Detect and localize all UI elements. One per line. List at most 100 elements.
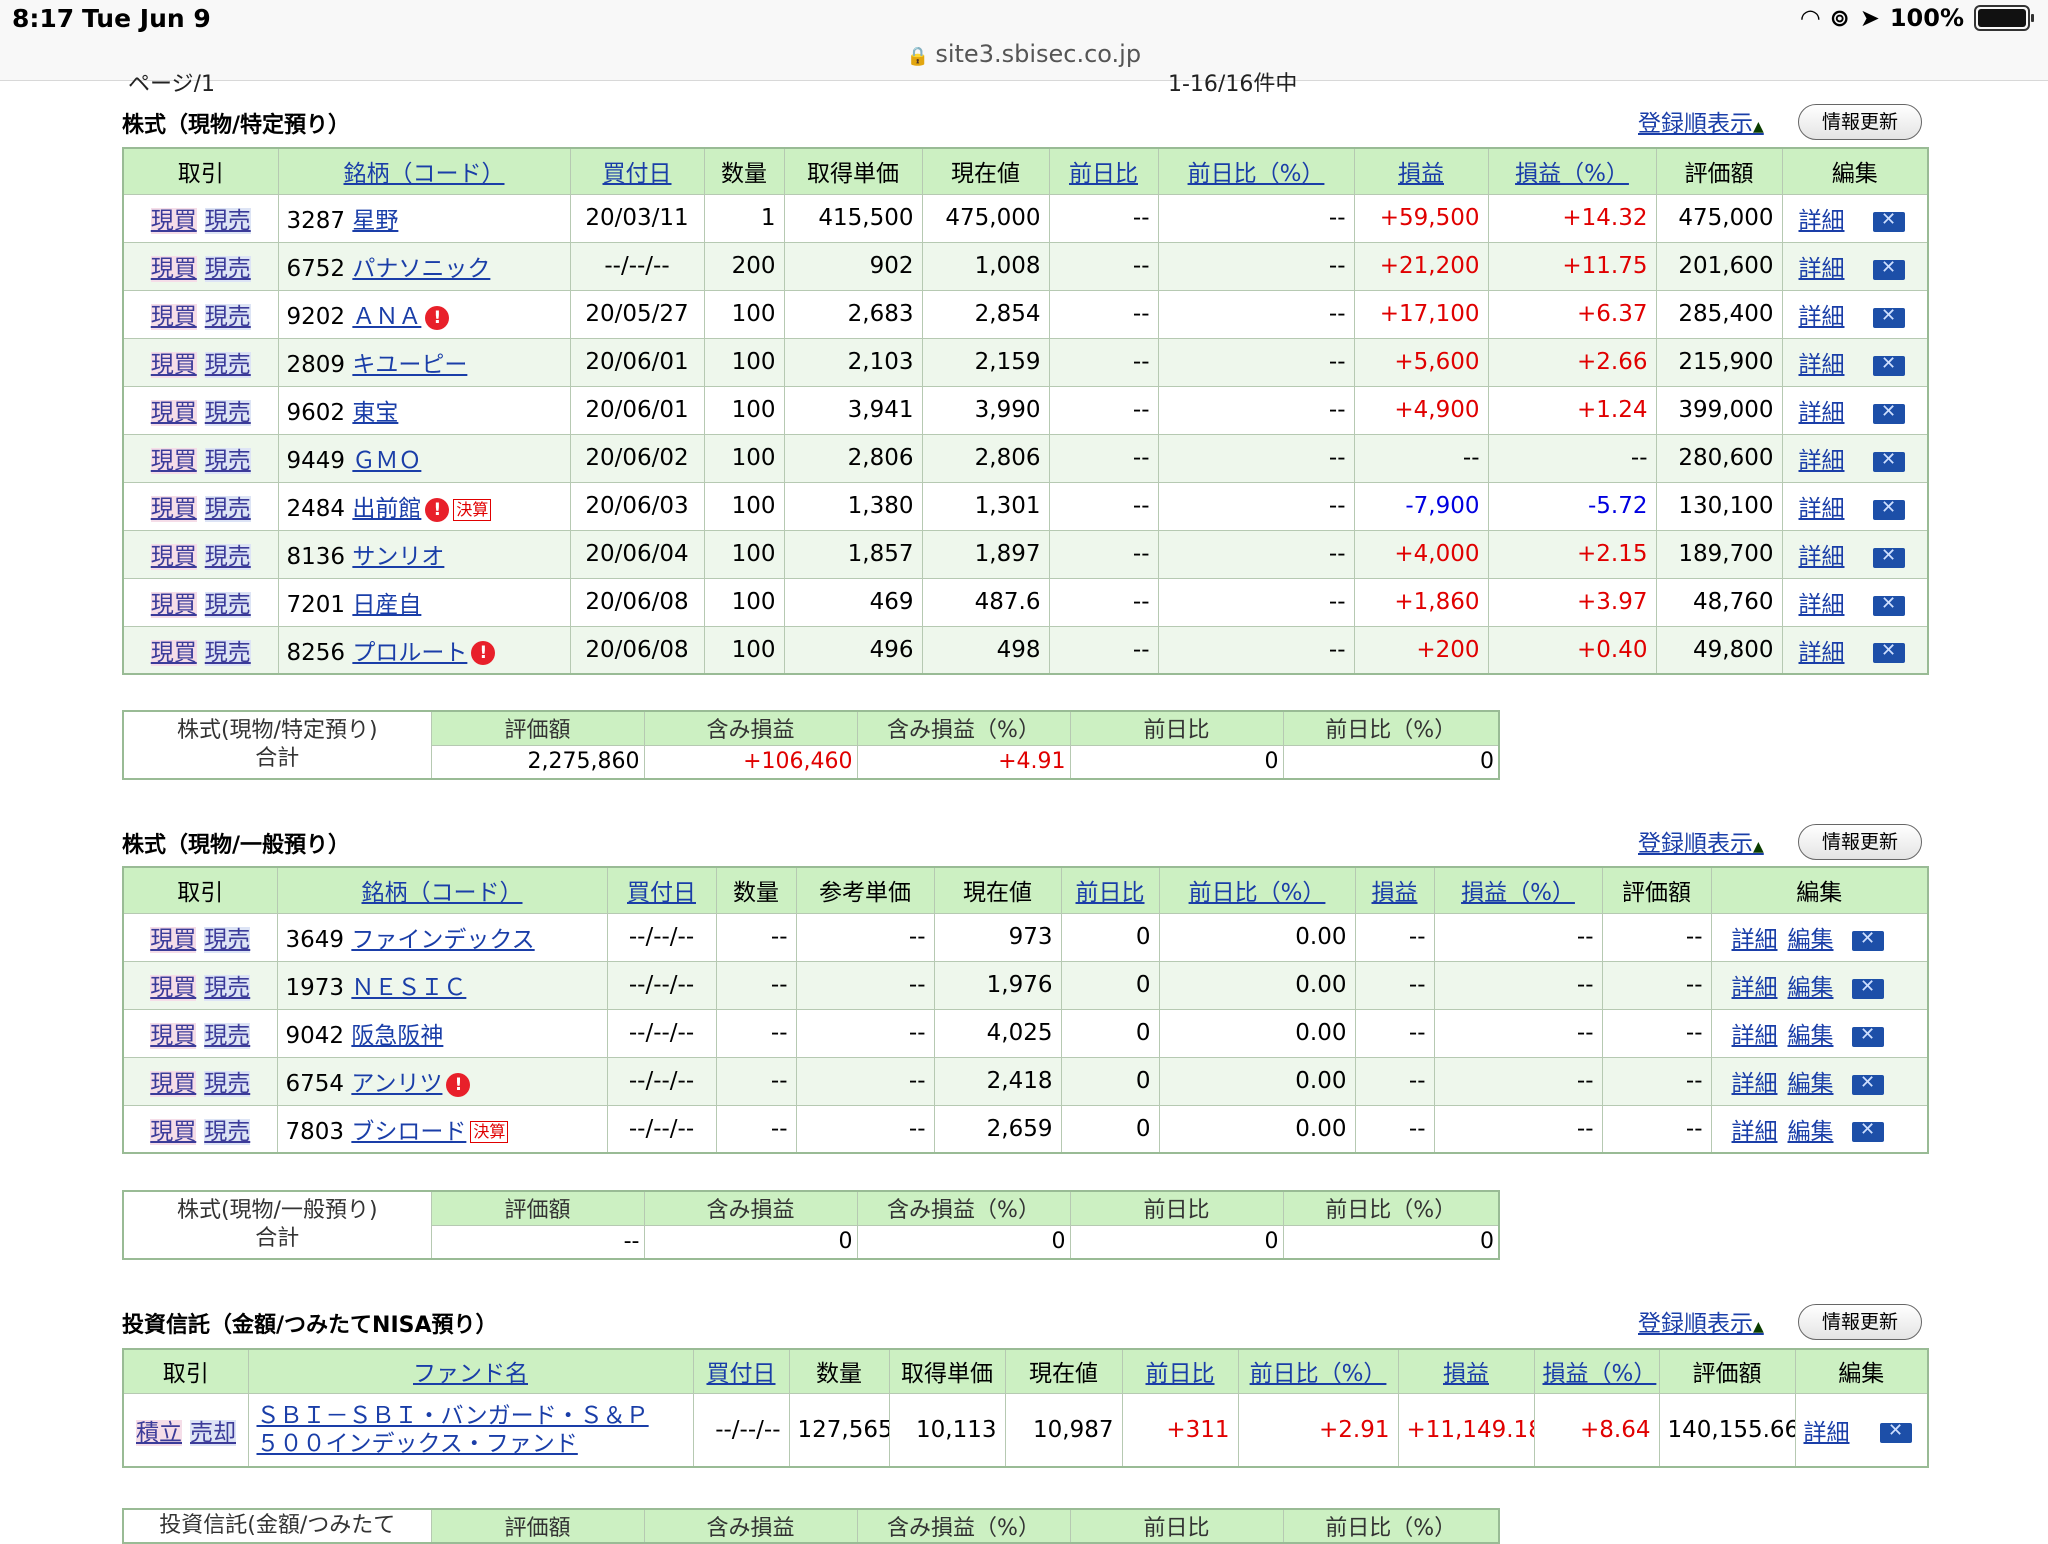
sell-link[interactable]: 現売 [204,256,251,282]
stock-name-link[interactable]: ブシロード [351,1119,466,1145]
col-name[interactable]: 銘柄（コード） [277,147,571,195]
detail-link[interactable]: 詳細 [1799,592,1845,618]
detail-link[interactable]: 詳細 [1732,1071,1778,1097]
sell-link[interactable]: 現売 [204,208,251,234]
stock-name-link[interactable]: サンリオ [352,544,444,570]
col-pl[interactable]: 損益 [1397,1348,1535,1394]
stock-name-link[interactable]: 阪急阪神 [351,1023,443,1049]
col-change[interactable]: 前日比 [1060,866,1160,914]
mail-icon[interactable] [1851,1024,1884,1047]
buy-link[interactable]: 現買 [150,1118,197,1145]
mail-icon[interactable] [1872,640,1905,664]
buy-link[interactable]: 現買 [150,496,197,522]
buy-link[interactable]: 現買 [150,256,197,282]
buy-link[interactable]: 現買 [150,639,197,666]
buy-link[interactable]: 現買 [150,1023,197,1049]
alert-icon[interactable]: ! [446,1072,471,1097]
alert-icon[interactable]: ! [471,641,496,666]
edit-link[interactable]: 編集 [1788,1023,1834,1049]
sell-link[interactable]: 現売 [204,927,251,953]
edit-link[interactable]: 編集 [1788,975,1834,1001]
col-pl[interactable]: 損益 [1353,147,1489,195]
sell-link[interactable]: 現売 [204,639,251,666]
col-change-pct[interactable]: 前日比（%） [1157,147,1355,195]
stock-name-link[interactable]: アンリツ [351,1071,442,1097]
buy-link[interactable]: 現買 [150,448,197,474]
mail-icon[interactable] [1851,976,1884,999]
mail-icon[interactable] [1872,401,1905,424]
col-change-pct[interactable]: 前日比（%） [1237,1348,1399,1394]
detail-link[interactable]: 詳細 [1799,400,1845,426]
mail-icon[interactable] [1872,209,1905,232]
stock-name-link[interactable]: ファインデックス [351,927,534,953]
sell-link[interactable]: 売却 [190,1419,236,1446]
col-pl-pct[interactable]: 損益（%） [1487,147,1657,195]
fund-name-line1[interactable]: ＳＢＩ－ＳＢＩ・バンガード・Ｓ＆Ｐ [257,1403,649,1429]
detail-link[interactable]: 詳細 [1804,1420,1850,1446]
buy-link[interactable]: 現買 [150,400,197,426]
buy-link[interactable]: 現買 [150,592,197,618]
col-change[interactable]: 前日比 [1121,1348,1239,1394]
earnings-badge[interactable]: 決算 [453,498,492,521]
col-change-pct[interactable]: 前日比（%） [1158,866,1356,914]
col-date[interactable]: 買付日 [606,866,717,914]
refresh-button-2[interactable]: 情報更新 [1798,824,1922,860]
buy-link[interactable]: 現買 [150,208,197,234]
fund-name-line2[interactable]: ５００インデックス・ファンド [257,1431,578,1457]
register-order-link-3[interactable]: 登録順表示▲ [1638,1304,1764,1338]
buy-link[interactable]: 現買 [150,304,197,330]
register-order-link-2[interactable]: 登録順表示▲ [1638,824,1764,858]
sell-link[interactable]: 現売 [204,1023,251,1049]
sell-link[interactable]: 現売 [204,544,251,570]
detail-link[interactable]: 詳細 [1732,975,1778,1001]
mail-icon[interactable] [1872,353,1905,376]
sell-link[interactable]: 現売 [204,1118,251,1145]
refresh-button-3[interactable]: 情報更新 [1798,1304,1922,1340]
buy-link[interactable]: 現買 [150,927,197,953]
detail-link[interactable]: 詳細 [1799,256,1845,282]
stock-name-link[interactable]: パナソニック [352,256,490,282]
edit-link[interactable]: 編集 [1788,1119,1834,1145]
stock-name-link[interactable]: キユーピー [352,352,467,378]
sell-link[interactable]: 現売 [204,400,251,426]
stock-name-link[interactable]: プロルート [352,640,467,666]
edit-link[interactable]: 編集 [1788,1071,1834,1097]
detail-link[interactable]: 詳細 [1799,208,1845,234]
col-pl-pct[interactable]: 損益（%） [1433,866,1603,914]
fund-name-cell[interactable]: ＳＢＩ－ＳＢＩ・バンガード・Ｓ＆Ｐ ５００インデックス・ファンド [247,1392,694,1468]
buy-link[interactable]: 現買 [150,1071,197,1097]
mail-icon[interactable] [1851,1119,1884,1143]
stock-name-link[interactable]: ＧＭＯ [352,448,421,474]
alert-icon[interactable]: ! [425,305,450,330]
detail-link[interactable]: 詳細 [1799,352,1845,378]
sell-link[interactable]: 現売 [204,352,251,378]
buy-link[interactable]: 現買 [150,975,197,1001]
edit-link[interactable]: 編集 [1788,927,1834,953]
buy-link[interactable]: 現買 [150,544,197,570]
sell-link[interactable]: 現売 [204,448,251,474]
mail-icon[interactable] [1872,545,1905,568]
sell-link[interactable]: 現売 [204,496,251,522]
buy-link[interactable]: 現買 [150,352,197,378]
mail-icon[interactable] [1872,257,1905,280]
detail-link[interactable]: 詳細 [1799,448,1845,474]
refresh-button-1[interactable]: 情報更新 [1798,104,1922,140]
sell-link[interactable]: 現売 [204,304,251,330]
accumulate-link[interactable]: 積立 [136,1419,182,1446]
register-order-link-1[interactable]: 登録順表示▲ [1638,104,1764,138]
mail-icon[interactable] [1851,928,1884,951]
stock-name-link[interactable]: 日産自 [352,592,421,618]
stock-name-link[interactable]: ＮＥＳＩＣ [351,975,466,1001]
detail-link[interactable]: 詳細 [1732,1119,1778,1145]
col-pl-pct[interactable]: 損益（%） [1533,1348,1660,1394]
col-fund-name[interactable]: ファンド名 [247,1348,694,1394]
detail-link[interactable]: 詳細 [1732,1023,1778,1049]
stock-name-link[interactable]: 出前館 [352,496,421,522]
detail-link[interactable]: 詳細 [1799,496,1845,522]
col-date[interactable]: 買付日 [692,1348,790,1394]
stock-name-link[interactable]: 星野 [352,208,398,234]
alert-icon[interactable]: ! [425,497,450,522]
stock-name-link[interactable]: ＡＮＡ [352,304,421,330]
detail-link[interactable]: 詳細 [1732,927,1778,953]
col-name[interactable]: 銘柄（コード） [276,866,608,914]
